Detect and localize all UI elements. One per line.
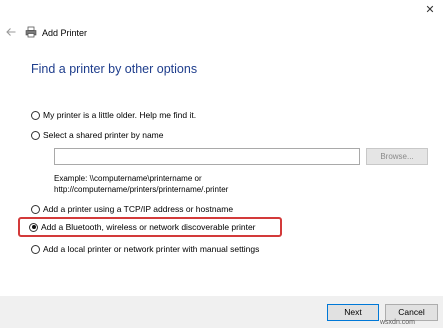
- shared-printer-name-input[interactable]: [54, 148, 360, 165]
- watermark: wsxdn.com: [380, 319, 416, 326]
- example-line-1: Example: \\computername\printername or: [54, 174, 202, 183]
- radio-button[interactable]: [31, 130, 40, 140]
- option-shared-printer[interactable]: Select a shared printer by name: [31, 129, 163, 141]
- option-tcpip-printer[interactable]: Add a printer using a TCP/IP address or …: [31, 203, 233, 215]
- option-bluetooth-wireless-printer[interactable]: Add a Bluetooth, wireless or network dis…: [29, 221, 256, 233]
- radio-button[interactable]: [31, 110, 40, 120]
- next-button[interactable]: Next: [327, 304, 379, 321]
- example-line-2: http://computername/printers/printername…: [54, 185, 229, 194]
- option-local-manual-printer[interactable]: Add a local printer or network printer w…: [31, 243, 259, 255]
- radio-button[interactable]: [31, 204, 40, 214]
- example-text: Example: \\computername\printername or h…: [54, 173, 228, 195]
- back-arrow-icon[interactable]: [5, 26, 17, 38]
- page-title: Find a printer by other options: [31, 62, 198, 76]
- option-older-printer[interactable]: My printer is a little older. Help me fi…: [31, 109, 196, 121]
- option-label: Add a local printer or network printer w…: [43, 244, 260, 254]
- option-label: My printer is a little older. Help me fi…: [43, 110, 197, 120]
- radio-button-selected[interactable]: [29, 222, 38, 232]
- close-icon[interactable]: ✕: [424, 4, 436, 16]
- option-label: Add a printer using a TCP/IP address or …: [43, 204, 234, 214]
- window-title: Add Printer: [42, 28, 88, 38]
- option-label: Add a Bluetooth, wireless or network dis…: [41, 222, 256, 232]
- printer-icon: [25, 26, 37, 38]
- option-label: Select a shared printer by name: [43, 130, 164, 140]
- radio-button[interactable]: [31, 244, 40, 254]
- browse-button[interactable]: Browse...: [366, 148, 428, 165]
